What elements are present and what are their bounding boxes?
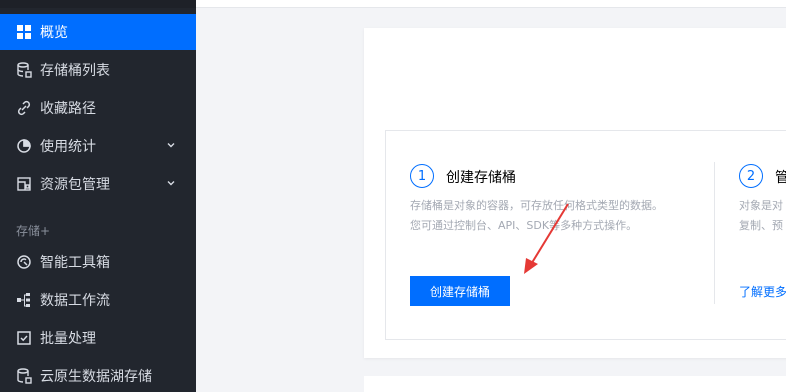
pie-chart-icon: [16, 138, 32, 154]
learn-more-link[interactable]: 了解更多: [739, 283, 786, 300]
sidebar-item-label: 云原生数据湖存储: [40, 369, 152, 385]
step-number-1: 1: [410, 164, 434, 188]
link-icon: [16, 100, 32, 116]
sidebar-item-label: 使用统计: [40, 139, 96, 155]
checkbox-icon: [16, 330, 32, 346]
chevron-down-icon: [167, 181, 175, 186]
grid-icon: [16, 24, 32, 40]
sidebar-item-label: 智能工具箱: [40, 255, 110, 271]
step-2-desc-line-1: 对象是对: [739, 199, 783, 212]
sidebar-section-storage-plus: 存储+: [16, 224, 51, 238]
sidebar-item-smart-toolbox[interactable]: 智能工具箱: [0, 244, 196, 280]
create-bucket-button[interactable]: 创建存储桶: [410, 276, 510, 306]
sidebar-item-usage-stats[interactable]: 使用统计: [0, 128, 196, 164]
sidebar-item-data-workflow[interactable]: 数据工作流: [0, 282, 196, 318]
step-2-desc-line-2: 复制、预: [739, 219, 783, 232]
sidebar-item-package-management[interactable]: 资源包管理: [0, 166, 196, 202]
datalake-icon: [16, 368, 32, 384]
sidebar-item-overview[interactable]: 概览: [0, 14, 196, 50]
chevron-down-icon: [167, 143, 175, 148]
sidebar-item-label: 批量处理: [40, 331, 96, 347]
sidebar-item-label: 概览: [40, 25, 68, 41]
sidebar-item-batch-processing[interactable]: 批量处理: [0, 320, 196, 356]
step-1-title: 创建存储桶: [446, 170, 516, 186]
secondary-card: [364, 376, 786, 392]
sidebar-top-strip: [0, 0, 196, 8]
sidebar-item-favorites[interactable]: 收藏路径: [0, 90, 196, 126]
sidebar-item-bucket-list[interactable]: 存储桶列表: [0, 52, 196, 88]
workflow-icon: [16, 292, 32, 308]
sidebar-item-label: 收藏路径: [40, 101, 96, 117]
toolbox-icon: [16, 254, 32, 270]
bucket-icon: [16, 62, 32, 78]
package-icon: [16, 176, 32, 192]
sidebar-item-data-lake[interactable]: 云原生数据湖存储: [0, 358, 196, 392]
annotation-arrow-icon: [524, 203, 569, 274]
sidebar-item-label: 数据工作流: [40, 293, 110, 309]
step-divider: [714, 162, 715, 304]
sidebar-item-label: 资源包管理: [40, 177, 110, 193]
sidebar-item-label: 存储桶列表: [40, 63, 110, 79]
step-2-title: 管: [775, 170, 786, 186]
step-number-2: 2: [739, 164, 763, 188]
main-header-strip: [196, 0, 786, 8]
sidebar: 概览 存储桶列表 收藏路径 使用统计 资源包管理 存储+ 智能工具箱 数据工作流…: [0, 0, 196, 392]
